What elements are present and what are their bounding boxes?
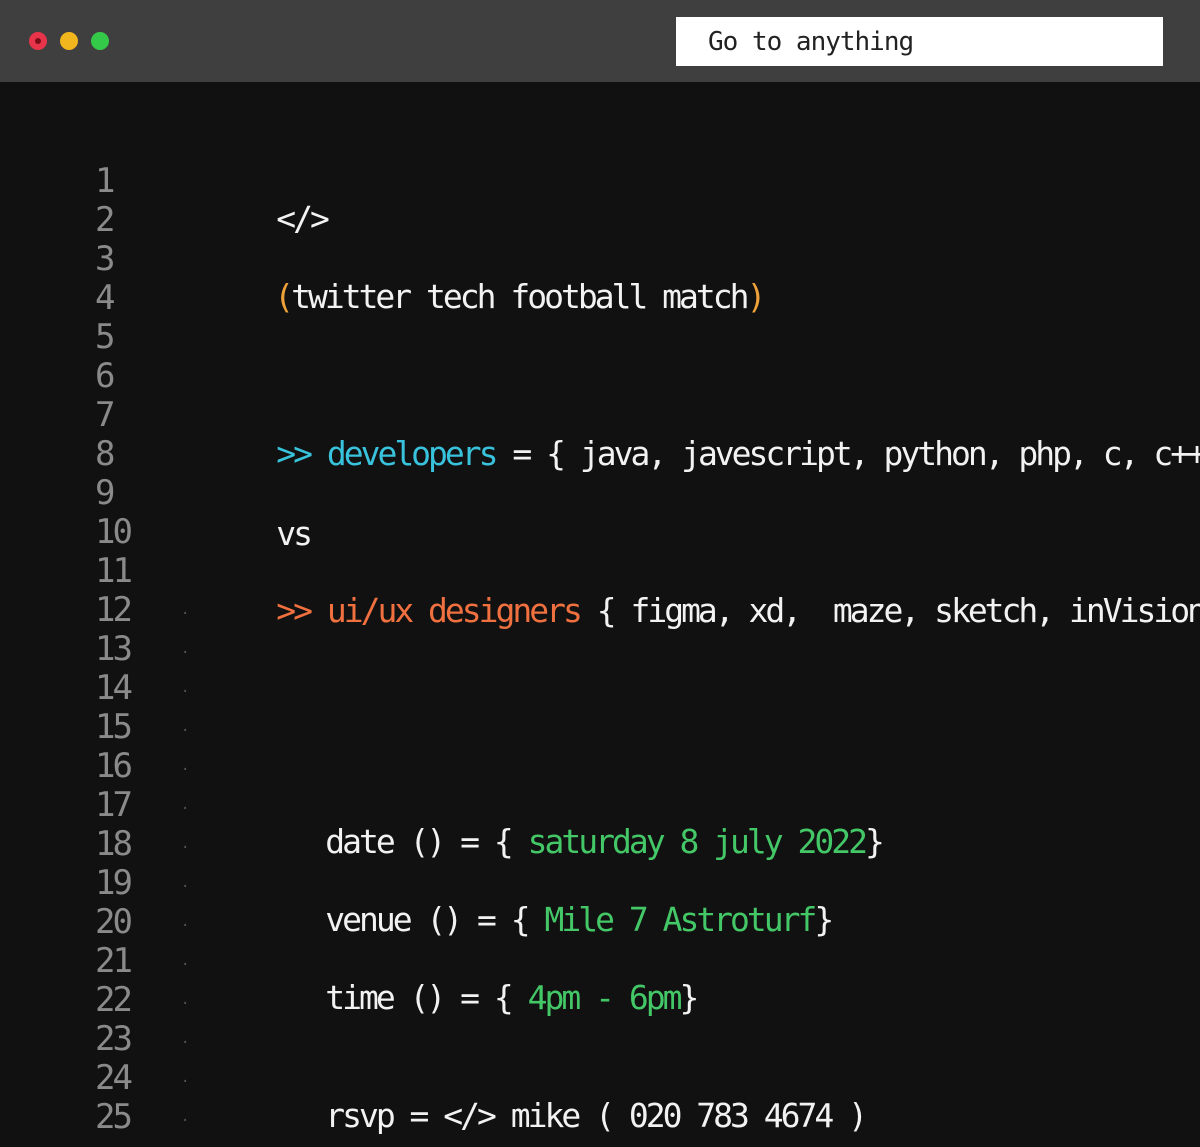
indent-guide-dot: . (181, 758, 190, 774)
indent-guide-dot: . (181, 875, 190, 891)
title-bar: Go to anything (0, 0, 1200, 82)
indent-guide-dot: . (181, 797, 190, 813)
line-number: 19 (95, 863, 133, 903)
venue-key: venue () = { (325, 900, 530, 939)
code-line-7: >> developers = { java, javescript, pyth… (175, 394, 1200, 473)
date-key: date () = { (325, 822, 514, 861)
indent-guide-dot: . (181, 992, 190, 1008)
venue-close: } (814, 900, 834, 939)
open-paren: ( (274, 277, 294, 316)
line-number: 15 (95, 707, 133, 747)
line-number: 18 (95, 824, 133, 864)
line-number: 25 (95, 1097, 133, 1137)
line-number: 10 (95, 512, 133, 552)
editor-window: Go to anything 1 2 3 4 5 6 7 8 9 10 11 12 13 14 15 16 17… (0, 0, 1200, 1147)
indent-guide-dot: . (181, 680, 190, 696)
line-number: 2 (95, 200, 115, 240)
indent-guide-dot: . (181, 1070, 190, 1086)
line-number: 6 (95, 356, 115, 396)
rsvp-text: rsvp = </> mike ( 020 783 4674 ) (325, 1096, 868, 1135)
designers-label: ui/ux designers (326, 591, 583, 630)
event-title: twitter tech football match (291, 277, 749, 316)
line-number: 13 (95, 629, 133, 669)
date-value: saturday 8 july 2022 (527, 822, 868, 861)
indent-guide-dot: . (181, 953, 190, 969)
time-key: time () = { (325, 978, 514, 1017)
code-line-9: vs (175, 474, 313, 553)
code-line-11: >> ui/ux designers { figma, xd, maze, sk… (175, 551, 1200, 630)
close-window-button[interactable] (29, 32, 47, 50)
maximize-window-button[interactable] (91, 32, 109, 50)
indent-guide-dot: . (181, 719, 190, 735)
line-number: 9 (95, 473, 115, 513)
line-number: 3 (95, 239, 115, 279)
line-number: 11 (95, 551, 133, 591)
code-line-19: venue () = { Mile 7 Astroturf} (224, 860, 834, 939)
line-number: 22 (95, 980, 133, 1020)
line-number: 23 (95, 1019, 133, 1059)
search-input-text: Go to anything (708, 26, 914, 57)
versus-text: vs (276, 514, 313, 553)
line-number: 20 (95, 902, 133, 942)
indent-guide-dot: . (181, 1031, 190, 1047)
line-number: 8 (95, 434, 115, 474)
line-number: 21 (95, 941, 133, 981)
prompt-symbol: >> (276, 434, 313, 473)
venue-value: Mile 7 Astroturf (544, 900, 818, 939)
time-value: 4pm - 6pm (527, 978, 683, 1017)
html-tag-symbol: </> (276, 199, 330, 238)
indent-guide-dot: . (181, 836, 190, 852)
code-line-3: (twitter tech football match) (173, 237, 766, 316)
go-to-anything-input[interactable]: Go to anything (676, 17, 1163, 66)
line-number: 5 (95, 317, 115, 357)
code-line-24: rsvp = </> mike ( 020 783 4674 ) (224, 1056, 868, 1135)
line-number: 1 (95, 161, 115, 201)
line-number: 12 (95, 590, 133, 630)
line-number: 16 (95, 746, 133, 786)
line-number: 24 (95, 1058, 133, 1098)
close-paren: ) (746, 277, 767, 316)
developers-languages: = { java, javescript, python, php, c, c+… (495, 434, 1200, 473)
date-close: } (865, 822, 885, 861)
time-close: } (679, 978, 699, 1017)
minimize-window-button[interactable] (60, 32, 78, 50)
code-line-1: </> (175, 159, 330, 238)
line-number: 7 (95, 395, 115, 435)
code-editor[interactable]: 1 2 3 4 5 6 7 8 9 10 11 12 13 14 15 16 17 18 19 20 21 22 23 24 2… (0, 82, 1200, 1147)
code-line-21: time () = { 4pm - 6pm} (224, 938, 699, 1017)
code-line-17: date () = { saturday 8 july 2022} (224, 782, 885, 861)
line-number: 17 (95, 785, 133, 825)
line-number: 4 (95, 278, 115, 318)
designers-tools: { figma, xd, maze, sketch, inVision } (579, 591, 1200, 630)
line-number: 14 (95, 668, 133, 708)
indent-guide-dot: . (181, 914, 190, 930)
indent-guide-dot: . (181, 1109, 190, 1125)
prompt-symbol: >> (276, 591, 313, 630)
developers-label: developers (326, 434, 499, 473)
